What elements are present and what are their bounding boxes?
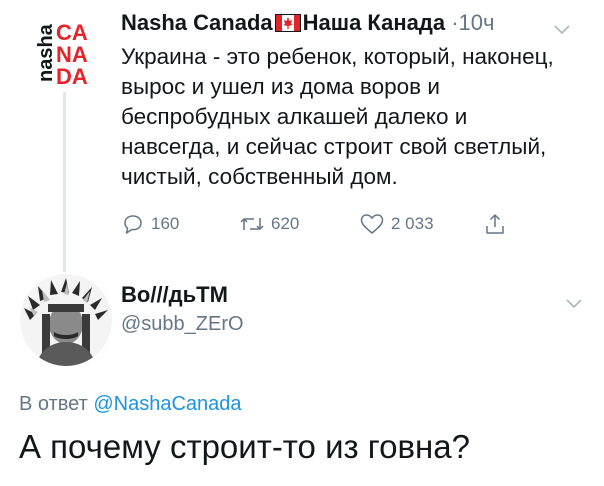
like-button[interactable]: 2 033 — [359, 212, 434, 236]
tweet-time[interactable]: 10ч — [459, 10, 495, 35]
reply-author-handle[interactable]: @subb_ZErO — [121, 313, 244, 336]
thread-line — [63, 92, 66, 272]
reply-icon — [121, 212, 145, 236]
heart-icon — [359, 212, 385, 236]
nasha-canada-logo[interactable]: nasha CA NA DA — [30, 14, 96, 89]
share-button[interactable] — [483, 212, 507, 236]
reply-text: А почему строит-то из говна? — [19, 428, 470, 465]
replying-prefix: В ответ — [19, 393, 88, 415]
separator: · — [451, 10, 459, 35]
replying-mention-link[interactable]: @NashaCanada — [93, 393, 241, 415]
canada-flag-icon — [274, 12, 301, 32]
tweet-text: Украина - это ребенок, который, наконец,… — [121, 44, 554, 189]
chevron-down-icon[interactable] — [566, 296, 582, 314]
reply-author-name[interactable]: Bo///дьTM — [121, 282, 228, 308]
retweet-icon — [239, 212, 265, 236]
reply-button[interactable]: 160 — [121, 212, 179, 236]
chevron-down-icon[interactable] — [554, 22, 570, 35]
retweet-count: 620 — [271, 214, 300, 233]
retweet-button[interactable]: 620 — [239, 212, 299, 236]
share-icon — [483, 212, 507, 236]
svg-text:nasha: nasha — [35, 23, 57, 82]
tweet-actions: 160 620 2 033 — [121, 212, 521, 240]
reply-count: 160 — [151, 214, 180, 233]
author-handle[interactable]: Наша Канада — [303, 10, 445, 35]
replying-to: В ответ @NashaCanada — [19, 393, 242, 416]
like-count: 2 033 — [391, 214, 434, 233]
svg-text:DA: DA — [56, 64, 88, 84]
tweet-header: Nasha Canada Наша Канада ·10ч — [121, 10, 494, 36]
author-name[interactable]: Nasha Canada — [121, 10, 273, 35]
avatar[interactable] — [20, 274, 112, 366]
